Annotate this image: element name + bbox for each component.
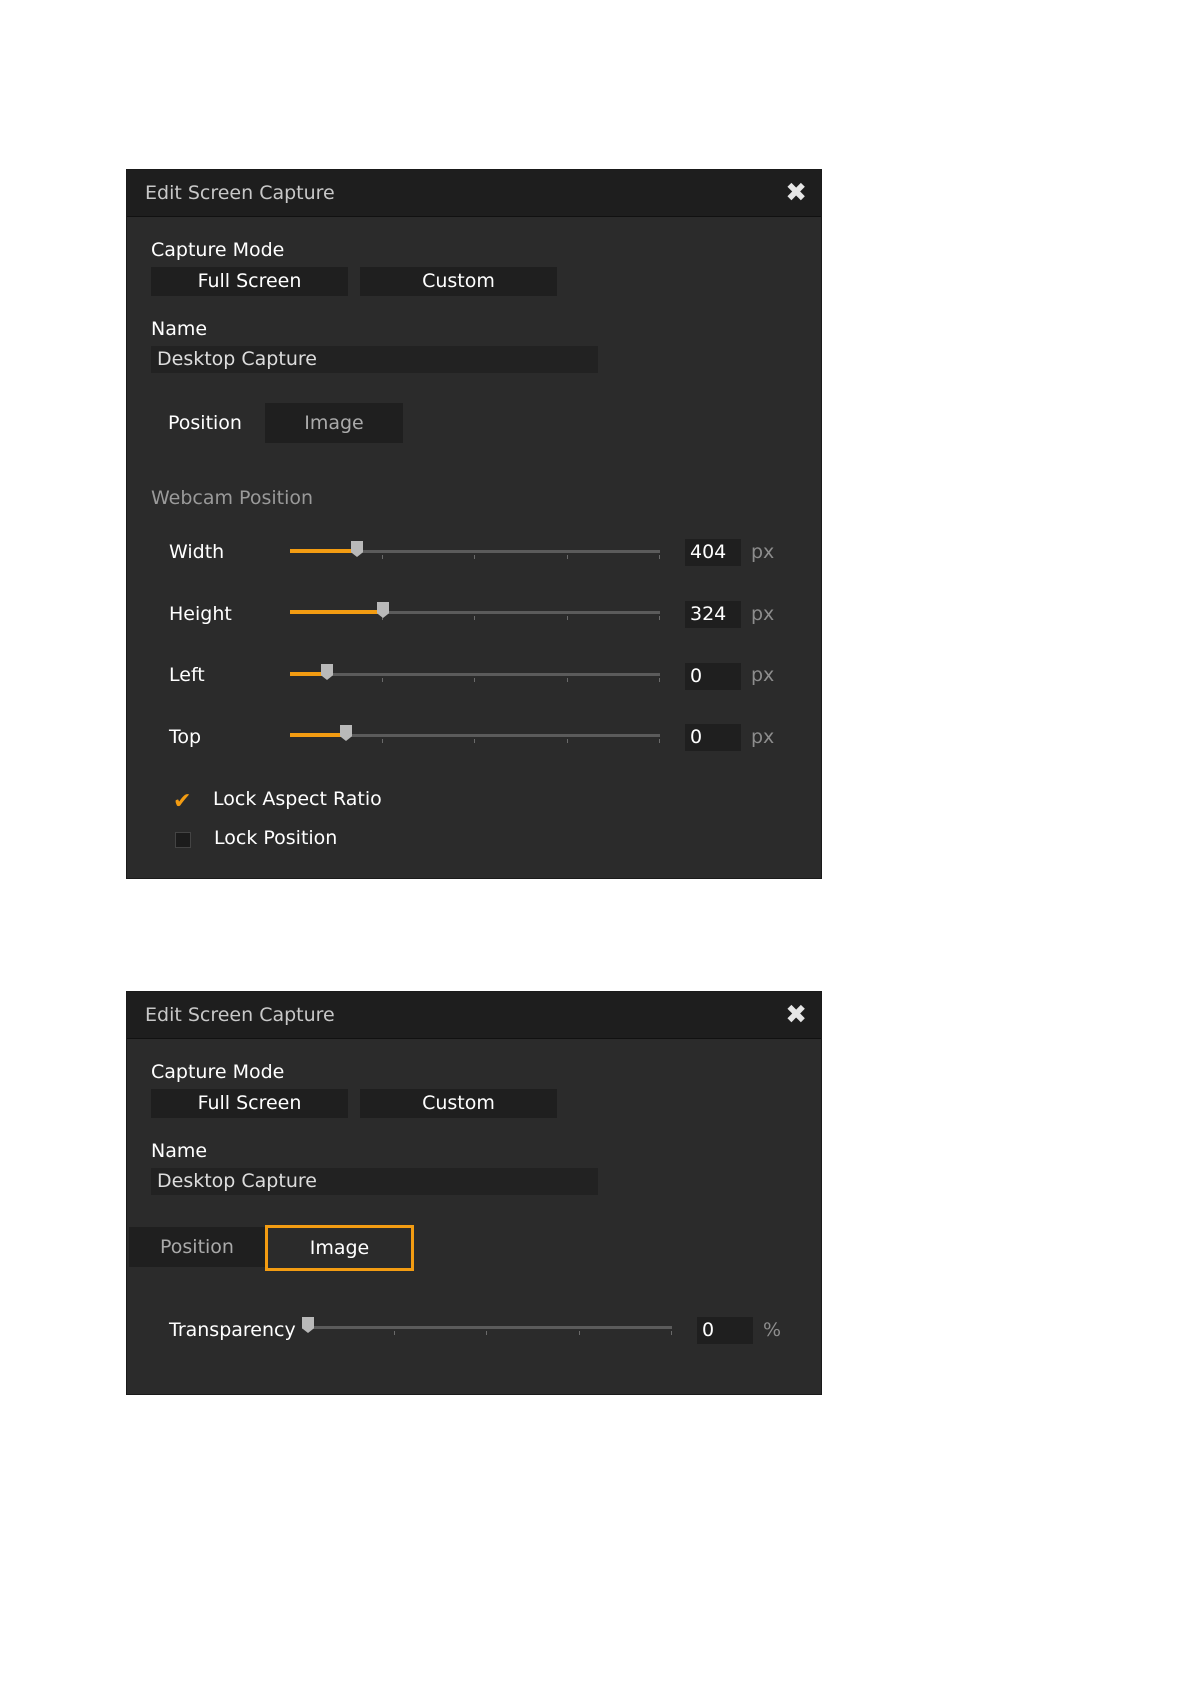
slider-thumb[interactable] [351, 541, 363, 557]
slider-tick [579, 1331, 580, 1335]
transparency-unit: % [763, 1319, 782, 1341]
slider-tick [474, 555, 475, 559]
slider-tick [567, 555, 568, 559]
left-label: Left [169, 664, 205, 686]
width-value-input[interactable]: 404 [685, 539, 741, 566]
custom-button[interactable]: Custom [360, 267, 557, 296]
dialog-titlebar: Edit Screen Capture ✖ [127, 992, 821, 1039]
capture-mode-label: Capture Mode [151, 239, 285, 261]
width-slider[interactable] [290, 541, 660, 561]
width-unit: px [751, 541, 775, 563]
slider-tick [659, 739, 660, 743]
transparency-slider[interactable] [302, 1317, 672, 1337]
left-slider[interactable] [290, 664, 660, 684]
edit-screen-capture-dialog-image: Edit Screen Capture ✖ Capture Mode Full … [126, 991, 822, 1395]
slider-tick [659, 678, 660, 682]
height-slider[interactable] [290, 602, 660, 622]
name-label: Name [151, 1140, 208, 1162]
lock-aspect-ratio-label: Lock Aspect Ratio [213, 788, 382, 810]
slider-tick [382, 555, 383, 559]
tab-position[interactable]: Position [145, 403, 265, 443]
slider-thumb[interactable] [340, 725, 352, 741]
width-label: Width [169, 541, 225, 563]
slider-tick [659, 555, 660, 559]
name-input[interactable]: Desktop Capture [151, 1168, 598, 1195]
slider-fill [290, 549, 357, 553]
height-value-input[interactable]: 324 [685, 601, 741, 628]
slider-tick [382, 739, 383, 743]
webcam-position-heading: Webcam Position [151, 487, 314, 509]
slider-thumb[interactable] [302, 1317, 314, 1333]
slider-tick [474, 616, 475, 620]
slider-track[interactable] [302, 1326, 672, 1329]
lock-position-label: Lock Position [214, 827, 338, 849]
lock-aspect-ratio-checkbox[interactable]: ✔ [173, 791, 191, 813]
slider-thumb[interactable] [321, 664, 333, 680]
top-slider[interactable] [290, 725, 660, 745]
tab-image[interactable]: Image [265, 1225, 414, 1271]
full-screen-button[interactable]: Full Screen [151, 267, 348, 296]
slider-tick [671, 1331, 672, 1335]
slider-thumb[interactable] [377, 602, 389, 618]
name-input[interactable]: Desktop Capture [151, 346, 598, 373]
dialog-titlebar: Edit Screen Capture ✖ [127, 170, 821, 217]
top-value-input[interactable]: 0 [685, 724, 741, 751]
top-unit: px [751, 726, 775, 748]
slider-tick [474, 739, 475, 743]
slider-fill [290, 610, 383, 614]
slider-tick [567, 739, 568, 743]
slider-tick [382, 678, 383, 682]
full-screen-button[interactable]: Full Screen [151, 1089, 348, 1118]
transparency-label: Transparency [169, 1319, 296, 1341]
name-label: Name [151, 318, 208, 340]
slider-tick [567, 616, 568, 620]
left-unit: px [751, 664, 775, 686]
slider-tick [394, 1331, 395, 1335]
lock-position-checkbox[interactable] [175, 832, 191, 848]
slider-track[interactable] [290, 673, 660, 676]
slider-tick [567, 678, 568, 682]
capture-mode-label: Capture Mode [151, 1061, 285, 1083]
height-label: Height [169, 603, 232, 625]
left-value-input[interactable]: 0 [685, 663, 741, 690]
close-icon[interactable]: ✖ [785, 178, 807, 208]
height-unit: px [751, 603, 775, 625]
slider-tick [474, 678, 475, 682]
slider-tick [659, 616, 660, 620]
slider-fill [290, 733, 346, 737]
tab-image[interactable]: Image [265, 403, 403, 443]
transparency-value-input[interactable]: 0 [697, 1317, 753, 1344]
dialog-title: Edit Screen Capture [145, 182, 335, 204]
slider-tick [486, 1331, 487, 1335]
dialog-title: Edit Screen Capture [145, 1004, 335, 1026]
custom-button[interactable]: Custom [360, 1089, 557, 1118]
close-icon[interactable]: ✖ [785, 1000, 807, 1030]
tab-position[interactable]: Position [129, 1227, 265, 1267]
edit-screen-capture-dialog-position: Edit Screen Capture ✖ Capture Mode Full … [126, 169, 822, 879]
top-label: Top [169, 726, 202, 748]
